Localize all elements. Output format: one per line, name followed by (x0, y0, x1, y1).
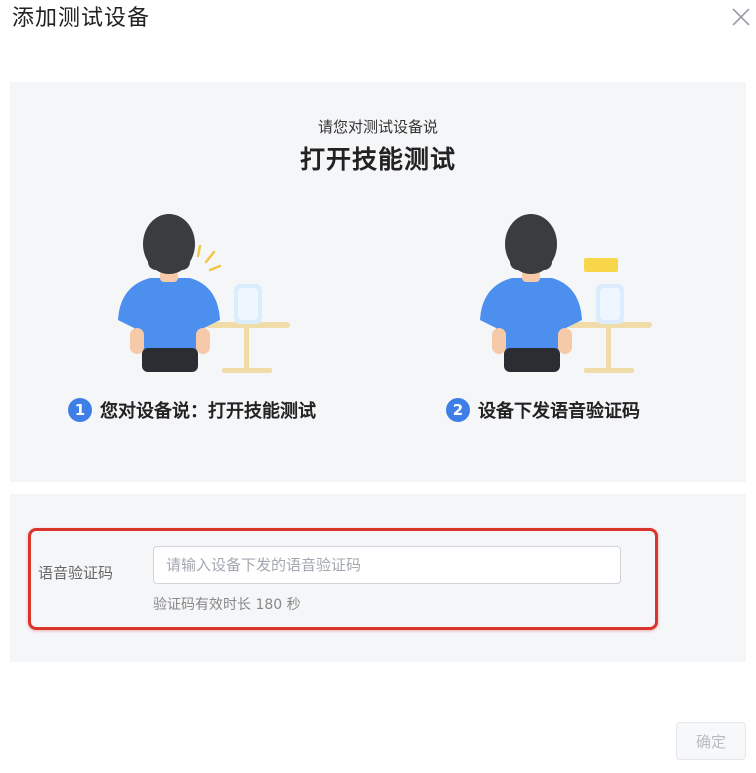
step-1: 1 您对设备说：打开技能测试 (68, 397, 316, 423)
code-validity-hint: 验证码有效时长 180 秒 (153, 597, 301, 613)
step-2: 2 设备下发语音验证码 (446, 397, 640, 423)
step-number-badge: 2 (446, 398, 470, 422)
person-speaking-illustration (118, 214, 290, 373)
step-number-badge: 1 (68, 398, 92, 422)
voice-code-label: 语音验证码 (38, 564, 114, 582)
close-button[interactable] (730, 6, 752, 28)
instruction-title: 打开技能测试 (299, 145, 456, 174)
step-text: 设备下发语音验证码 (478, 401, 640, 422)
instruction-panel: 请您对测试设备说 打开技能测试 1 您对设备说：打开技能测试 2 设备下发语音验… (10, 82, 746, 482)
step-text: 您对设备说：打开技能测试 (100, 401, 316, 422)
close-icon (732, 8, 750, 26)
confirm-button[interactable]: 确定 (676, 722, 746, 760)
instruction-subtitle: 请您对测试设备说 (317, 118, 438, 136)
dialog-title: 添加测试设备 (12, 6, 151, 31)
add-test-device-dialog: 添加测试设备 请您对测试设备说 打开技能测试 1 您对设备说：打开技能测试 2 … (0, 0, 756, 773)
verification-form-panel: 语音验证码 验证码有效时长 180 秒 (10, 494, 746, 662)
device-response-illustration (480, 214, 652, 373)
voice-code-input[interactable] (153, 546, 621, 584)
